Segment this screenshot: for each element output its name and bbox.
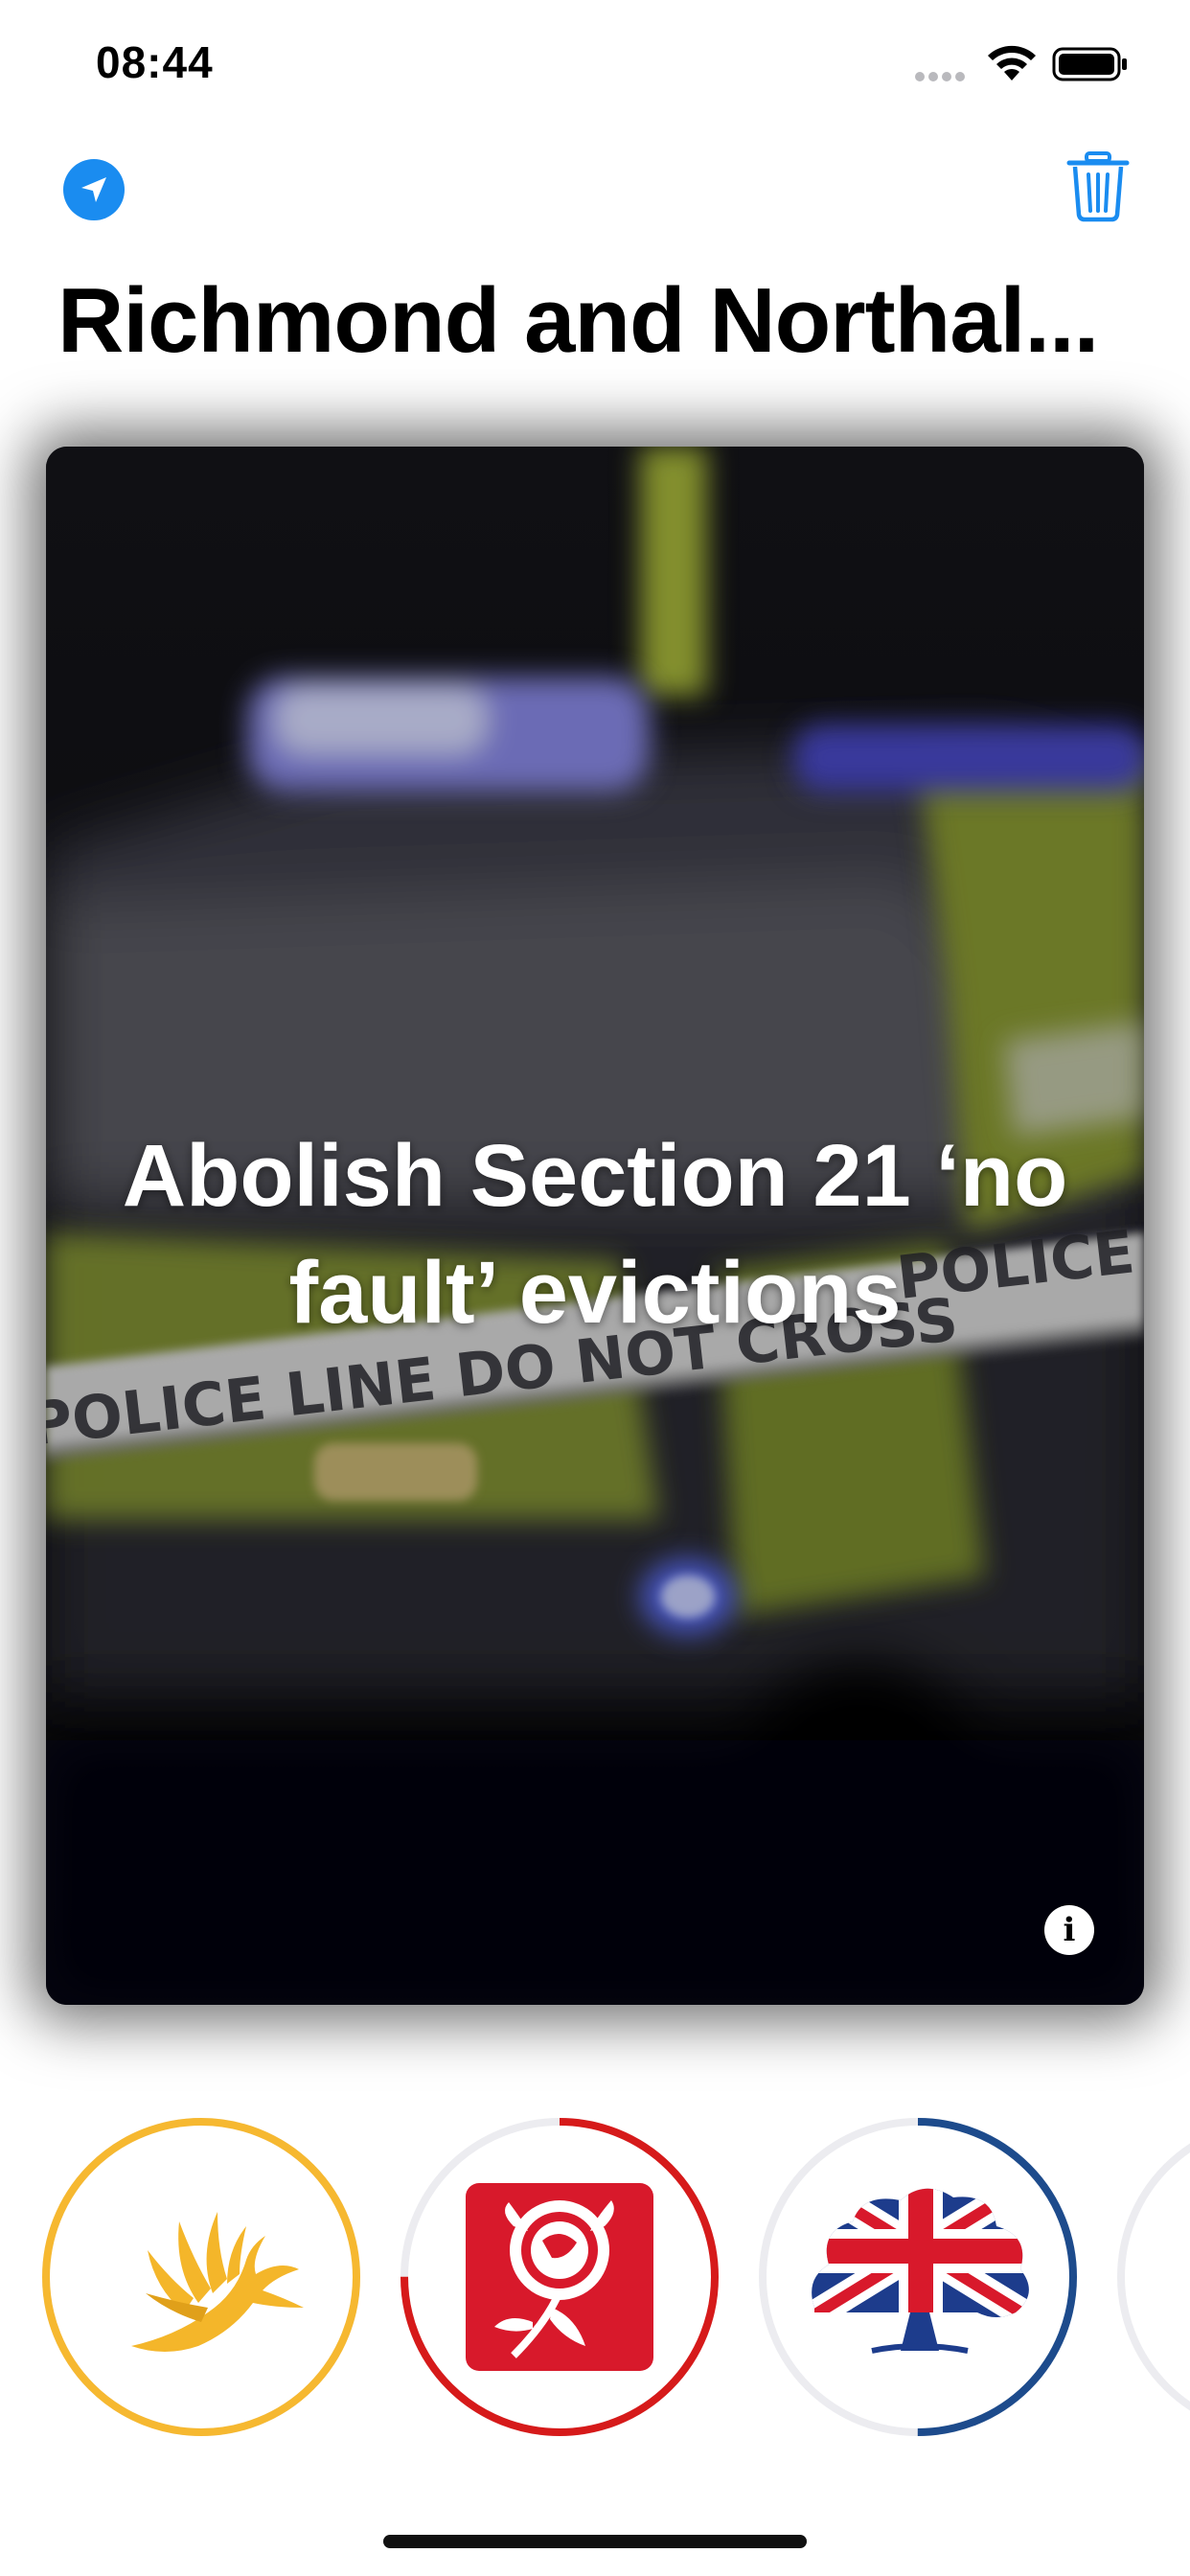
location-button[interactable]: [63, 159, 125, 220]
location-arrow-icon: [81, 177, 106, 202]
party-button-libdem[interactable]: [40, 2116, 362, 2438]
policy-title: Abolish Section 21 ‘no fault’ evictions: [122, 1127, 1068, 1342]
trash-icon[interactable]: [1065, 150, 1131, 222]
battery-icon: [1052, 47, 1127, 81]
policy-card[interactable]: POLICE LINE DO NOT CROSS POLICE L Abolis…: [46, 447, 1144, 2005]
page-title: Richmond and Northal...: [57, 269, 1099, 372]
party-button-conservative[interactable]: [757, 2116, 1079, 2438]
info-icon: i: [1063, 1911, 1076, 1949]
party-button-partial[interactable]: [1115, 2116, 1190, 2438]
status-time: 08:44: [96, 37, 214, 87]
wifi-icon: [988, 45, 1036, 80]
party-button-labour[interactable]: [399, 2116, 721, 2438]
status-bar: 08:44: [0, 0, 1190, 125]
cellular-signal-icon: [915, 69, 969, 86]
info-button[interactable]: i: [1044, 1905, 1094, 1955]
home-indicator[interactable]: [383, 2535, 807, 2548]
labour-rose-logo: [466, 2183, 653, 2371]
party-carousel[interactable]: [0, 2108, 1190, 2444]
